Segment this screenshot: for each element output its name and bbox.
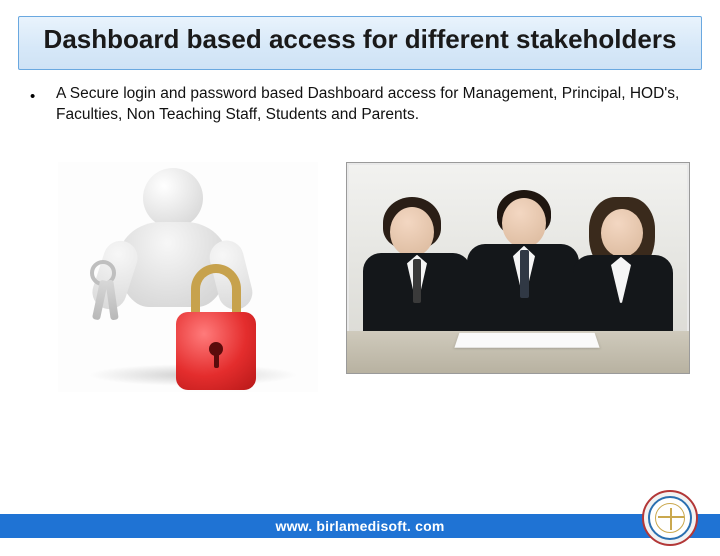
footer-bar: www. birlamedisoft. com (0, 514, 720, 538)
illustration-secure-login (58, 162, 318, 392)
bullet-item: • A Secure login and password based Dash… (30, 84, 690, 126)
images-row (58, 162, 690, 392)
bullet-text: A Secure login and password based Dashbo… (56, 84, 690, 126)
content-area: • A Secure login and password based Dash… (0, 70, 720, 392)
illustration-stakeholders-meeting (346, 162, 690, 374)
company-logo (642, 490, 698, 546)
title-banner: Dashboard based access for different sta… (18, 16, 702, 70)
footer-url: www. birlamedisoft. com (276, 518, 445, 534)
keys-icon (86, 260, 134, 320)
page-title: Dashboard based access for different sta… (31, 25, 689, 55)
logo-icon (655, 503, 685, 533)
bullet-marker: • (30, 84, 38, 126)
lock-icon (176, 292, 256, 390)
